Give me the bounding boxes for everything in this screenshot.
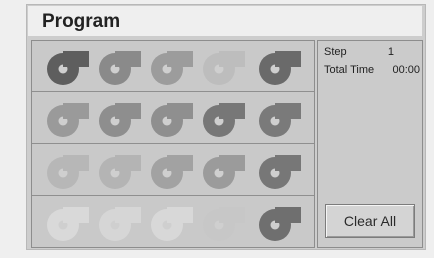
track-row [32,41,314,92]
disc-track-icon[interactable] [96,100,144,138]
disc-track-icon[interactable] [200,204,248,242]
track-row [32,145,314,196]
disc-track-icon[interactable] [148,204,196,242]
track-grid [31,40,315,248]
disc-track-icon[interactable] [148,100,196,138]
total-time-label: Total Time [324,64,375,76]
page-title: Program [42,11,121,32]
disc-track-icon[interactable] [200,152,248,190]
track-row [32,197,314,248]
disc-track-icon[interactable] [44,152,92,190]
disc-track-icon[interactable] [44,204,92,242]
step-value: 1 [387,46,394,58]
disc-track-icon[interactable] [96,48,144,86]
disc-track-icon[interactable] [256,48,304,86]
disc-track-icon[interactable] [256,152,304,190]
disc-track-icon[interactable] [148,48,196,86]
disc-track-icon[interactable] [44,100,92,138]
disc-track-icon[interactable] [44,48,92,86]
total-time-value: 00:00 [392,64,420,76]
disc-track-icon[interactable] [200,100,248,138]
disc-track-icon[interactable] [148,152,196,190]
disc-track-icon[interactable] [256,100,304,138]
disc-track-icon[interactable] [200,48,248,86]
disc-track-icon[interactable] [96,152,144,190]
disc-track-icon[interactable] [256,204,304,242]
step-label: Step [324,46,347,58]
disc-track-icon[interactable] [96,204,144,242]
clear-all-button[interactable]: Clear All [325,204,415,238]
track-row [32,93,314,144]
